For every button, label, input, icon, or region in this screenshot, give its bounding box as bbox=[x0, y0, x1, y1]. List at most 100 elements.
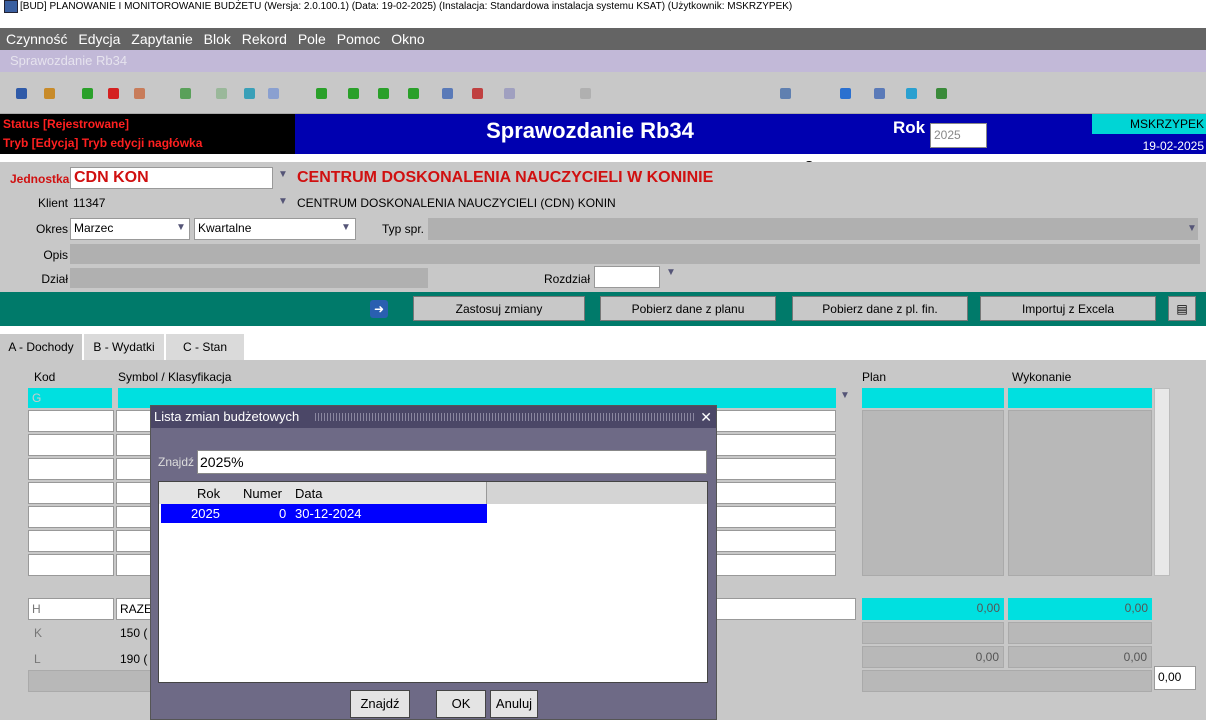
next-record-icon[interactable] bbox=[374, 84, 394, 104]
tab-dochody[interactable]: A - Dochody bbox=[0, 334, 82, 361]
fetch-plan-button[interactable]: Pobierz dane z planu bbox=[600, 296, 776, 321]
delete-record-icon[interactable] bbox=[104, 84, 124, 104]
excel-icon[interactable]: ▤ bbox=[1168, 296, 1196, 321]
typ-spr-label: Typ spr. bbox=[381, 222, 424, 236]
help-icon[interactable] bbox=[836, 84, 856, 104]
menu-pole[interactable]: Pole bbox=[298, 31, 326, 47]
kod-k-label: K bbox=[34, 626, 43, 640]
execute-query-icon[interactable] bbox=[240, 84, 260, 104]
menu-blok[interactable]: Blok bbox=[204, 31, 231, 47]
rozdzial-field[interactable] bbox=[594, 266, 660, 288]
kod-cell[interactable] bbox=[28, 482, 114, 504]
results-list: Rok Numer Data 2025 0 30-12-2024 bbox=[158, 481, 708, 683]
last-record-icon[interactable] bbox=[404, 84, 424, 104]
chevron-down-icon[interactable]: ▼ bbox=[664, 264, 678, 282]
jednostka-name: CENTRUM DOSKONALENIA NAUCZYCIELI W KONIN… bbox=[297, 169, 714, 186]
query-count-icon[interactable] bbox=[264, 84, 284, 104]
okres-select[interactable]: Marzec bbox=[70, 218, 190, 240]
kod-cell[interactable] bbox=[28, 410, 114, 432]
edit-icon[interactable] bbox=[468, 84, 488, 104]
summary-cell bbox=[28, 670, 152, 692]
separator-icon bbox=[576, 84, 596, 104]
razem-plan-cell[interactable]: 0,00 bbox=[862, 598, 1004, 620]
prev-record-icon[interactable] bbox=[344, 84, 364, 104]
kod-cell[interactable] bbox=[28, 458, 114, 480]
plan-cell-first[interactable] bbox=[862, 388, 1004, 408]
chevron-down-icon[interactable]: ▼ bbox=[276, 166, 290, 184]
cancel-button[interactable]: Anuluj bbox=[490, 690, 538, 718]
apply-changes-button[interactable]: Zastosuj zmiany bbox=[413, 296, 585, 321]
status-text: Status [Rejestrowane] bbox=[3, 117, 130, 131]
column-numer-header[interactable]: Numer bbox=[243, 486, 282, 501]
save-icon[interactable] bbox=[12, 84, 32, 104]
duplicate-icon[interactable] bbox=[176, 84, 196, 104]
wykonanie-cell-first[interactable] bbox=[1008, 388, 1152, 408]
current-date: 19-02-2025 bbox=[1142, 139, 1204, 153]
fetch-fin-plan-button[interactable]: Pobierz dane z pl. fin. bbox=[792, 296, 968, 321]
import-excel-button[interactable]: Importuj z Excela bbox=[980, 296, 1156, 321]
result-row[interactable]: 2025 0 30-12-2024 bbox=[161, 504, 487, 523]
rok-input[interactable]: 2025 bbox=[930, 123, 987, 148]
find-input[interactable]: 2025% bbox=[197, 450, 707, 474]
klient-value: 11347 bbox=[73, 196, 106, 210]
result-rok: 2025 bbox=[191, 506, 220, 521]
exit-icon[interactable] bbox=[40, 84, 60, 104]
chevron-down-icon[interactable]: ▼ bbox=[339, 219, 353, 237]
tab-wydatki[interactable]: B - Wydatki bbox=[84, 334, 164, 361]
print-icon[interactable] bbox=[438, 84, 458, 104]
ok-button[interactable]: OK bbox=[436, 690, 486, 718]
enter-query-icon[interactable] bbox=[212, 84, 232, 104]
klient-name: CENTRUM DOSKONALENIA NAUCZYCIELI (CDN) K… bbox=[297, 196, 616, 210]
first-record-icon[interactable] bbox=[312, 84, 332, 104]
insert-record-icon[interactable] bbox=[78, 84, 98, 104]
find-button[interactable]: Znajdź bbox=[350, 690, 410, 718]
menu-okno[interactable]: Okno bbox=[391, 31, 424, 47]
kod-cell-first[interactable]: G bbox=[28, 388, 112, 408]
grid-scrollbar[interactable] bbox=[1154, 388, 1170, 576]
app-icon bbox=[4, 0, 18, 13]
menu-edycja[interactable]: Edycja bbox=[78, 31, 120, 47]
okres-label: Okres bbox=[35, 222, 68, 236]
chevron-down-icon[interactable]: ▼ bbox=[840, 390, 850, 401]
column-rok-header[interactable]: Rok bbox=[197, 486, 220, 501]
mode-text: Tryb [Edycja] Tryb edycji nagłówka bbox=[3, 136, 203, 150]
kod-cell[interactable] bbox=[28, 506, 114, 528]
razem-wykonanie-cell[interactable]: 0,00 bbox=[1008, 598, 1152, 620]
opis-field[interactable] bbox=[70, 244, 1200, 264]
okres-type-select[interactable]: Kwartalne bbox=[194, 218, 356, 240]
column-data-header[interactable]: Data bbox=[295, 486, 322, 501]
tab-stan[interactable]: C - Stan bbox=[166, 334, 244, 361]
menu-bar: Czynność Edycja Zapytanie Blok Rekord Po… bbox=[0, 28, 1206, 50]
typ-spr-field[interactable] bbox=[428, 218, 1198, 240]
clear-record-icon[interactable] bbox=[130, 84, 150, 104]
subwindow-title: Sprawozdanie Rb34 bbox=[0, 50, 1206, 72]
chevron-down-icon[interactable]: ▼ bbox=[174, 219, 188, 237]
kod-cell[interactable] bbox=[28, 530, 114, 552]
chevron-down-icon[interactable]: ▼ bbox=[276, 193, 290, 211]
chevron-down-icon[interactable]: ▼ bbox=[1185, 220, 1199, 238]
dzial-field[interactable] bbox=[70, 268, 428, 288]
window-icon[interactable] bbox=[870, 84, 890, 104]
find-icon[interactable] bbox=[776, 84, 796, 104]
window-title-bar: [BUD] PLANOWANIE I MONITOROWANIE BUDŻETU… bbox=[0, 0, 1206, 28]
menu-rekord[interactable]: Rekord bbox=[242, 31, 287, 47]
menu-pomoc[interactable]: Pomoc bbox=[337, 31, 381, 47]
kod-cell[interactable] bbox=[28, 554, 114, 576]
wykonanie-column-area bbox=[1008, 410, 1152, 576]
l-plan-cell: 0,00 bbox=[862, 646, 1004, 668]
menu-zapytanie[interactable]: Zapytanie bbox=[131, 31, 192, 47]
symbol-150-label: 150 ( bbox=[120, 626, 148, 640]
arrow-right-icon[interactable]: ➜ bbox=[370, 300, 388, 318]
rozdzial-label: Rozdział bbox=[543, 272, 590, 286]
jednostka-field[interactable]: CDN KON bbox=[70, 167, 273, 189]
exit-app-icon[interactable] bbox=[932, 84, 952, 104]
window-title: [BUD] PLANOWANIE I MONITOROWANIE BUDŻETU… bbox=[20, 1, 793, 13]
kod-cell[interactable] bbox=[28, 434, 114, 456]
menu-czynnosc[interactable]: Czynność bbox=[6, 31, 67, 47]
symbol-190-label: 190 ( bbox=[120, 652, 148, 666]
list-icon[interactable] bbox=[500, 84, 520, 104]
calendar-icon[interactable] bbox=[902, 84, 922, 104]
close-icon[interactable]: ✕ bbox=[700, 406, 712, 428]
dialog-title-bar: Lista zmian budżetowych ✕ bbox=[151, 406, 716, 428]
kod-h-cell[interactable]: H bbox=[28, 598, 114, 620]
